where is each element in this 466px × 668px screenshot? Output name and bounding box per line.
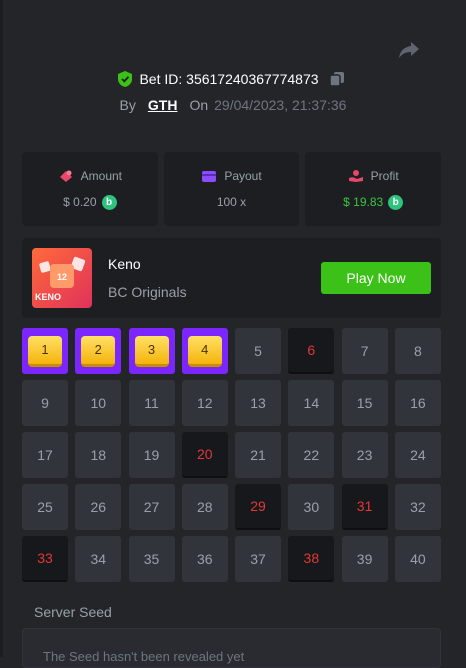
bet-id: Bet ID: 35617240367774873 <box>139 71 319 87</box>
keno-thumbnail[interactable]: 12 KENO <box>32 248 92 308</box>
thumb-label: KENO <box>35 292 62 302</box>
keno-cell: 7 <box>341 328 388 374</box>
keno-cell: 18 <box>75 432 122 478</box>
keno-cell-picked: 4 <box>181 328 228 374</box>
keno-cell: 36 <box>181 536 228 582</box>
keno-cell: 8 <box>394 328 441 374</box>
share-icon[interactable] <box>397 40 421 60</box>
bcd-coin-icon: b <box>388 194 404 210</box>
user-link[interactable]: GTH <box>148 97 178 113</box>
keno-cell: 27 <box>128 484 175 530</box>
gem-icon: 4 <box>187 335 222 367</box>
keno-cell: 28 <box>181 484 228 530</box>
bet-date: 29/04/2023, 21:37:36 <box>214 97 347 113</box>
payout-value: 100 x <box>216 195 247 209</box>
keno-cell-drawn: 38 <box>288 536 335 582</box>
gem-icon: 1 <box>28 335 62 367</box>
payout-stat: Payout 100 x <box>163 152 300 226</box>
bet-stats: Amount $ 0.20 b Payout 100 x Profit $ 19… <box>22 152 442 226</box>
keno-cell: 21 <box>235 432 282 478</box>
server-seed-label: Server Seed <box>34 604 112 620</box>
profit-icon <box>348 169 363 182</box>
amount-icon <box>59 170 72 182</box>
keno-cell: 26 <box>75 484 122 530</box>
server-seed-box: The Seed hasn't been revealed yet <box>22 628 441 668</box>
keno-cell: 17 <box>22 432 68 478</box>
keno-cell: 37 <box>235 536 282 582</box>
keno-cell: 40 <box>394 536 441 582</box>
keno-cell: 11 <box>128 380 175 426</box>
game-name: Keno <box>108 256 141 272</box>
keno-cell: 12 <box>181 380 228 426</box>
keno-cell-drawn: 20 <box>181 432 228 478</box>
keno-cell: 24 <box>394 432 441 478</box>
keno-cell: 25 <box>22 484 68 530</box>
bet-meta-row: By GTH On 29/04/2023, 21:37:36 <box>0 97 466 113</box>
on-label: On <box>189 97 209 113</box>
gem-icon: 2 <box>81 335 116 367</box>
keno-cell: 23 <box>341 432 388 478</box>
keno-cell: 13 <box>235 380 282 426</box>
bet-id-row: Bet ID: 35617240367774873 <box>0 70 466 88</box>
keno-cell-drawn: 31 <box>341 484 388 530</box>
keno-cell: 10 <box>75 380 122 426</box>
keno-cell-drawn: 6 <box>288 328 335 374</box>
bcd-coin-icon: b <box>101 194 117 210</box>
keno-cell: 30 <box>288 484 335 530</box>
keno-cell: 35 <box>128 536 175 582</box>
amount-label: Amount <box>80 168 123 183</box>
keno-cell-drawn: 29 <box>235 484 282 530</box>
keno-cell-picked: 2 <box>75 328 122 374</box>
keno-cell: 14 <box>288 380 335 426</box>
amount-value: $ 0.20 <box>63 195 97 209</box>
game-provider: BC Originals <box>108 284 187 300</box>
keno-cell-picked: 3 <box>128 328 175 374</box>
payout-label: Payout <box>224 169 262 183</box>
keno-cell: 39 <box>341 536 388 582</box>
keno-cell: 16 <box>394 380 441 426</box>
keno-cell-picked: 1 <box>22 328 68 374</box>
game-card: 12 KENO Keno BC Originals Play Now <box>22 238 441 318</box>
keno-cell: 34 <box>75 536 122 582</box>
thumb-number: 12 <box>57 272 67 282</box>
amount-stat: Amount $ 0.20 b <box>22 152 158 226</box>
gem-icon: 3 <box>134 335 169 367</box>
keno-cell-drawn: 33 <box>22 536 68 582</box>
keno-cell: 15 <box>341 380 388 426</box>
profit-value: $ 19.83 <box>343 195 384 209</box>
profit-stat: Profit $ 19.83 b <box>305 152 442 226</box>
copy-icon[interactable] <box>328 71 345 87</box>
verified-shield-icon <box>118 71 133 87</box>
keno-board: 1 2 3 4 5 6 7 8 9 10 11 12 13 14 15 16 17 18 19 20 21 22 23 24 2… <box>22 328 441 582</box>
wallet-icon <box>202 171 217 182</box>
keno-cell: 9 <box>22 380 68 426</box>
keno-cell: 32 <box>394 484 441 530</box>
by-label: By <box>119 97 136 113</box>
profit-label: Profit <box>370 168 399 183</box>
keno-cell: 19 <box>128 432 175 478</box>
play-now-button[interactable]: Play Now <box>321 262 431 294</box>
keno-cell: 22 <box>288 432 335 478</box>
keno-cell: 5 <box>235 328 282 374</box>
